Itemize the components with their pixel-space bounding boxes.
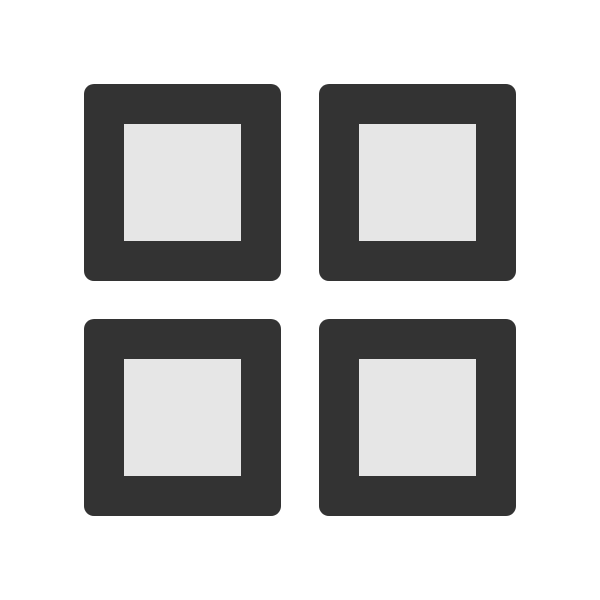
tile-top-right-inner — [359, 124, 476, 241]
grid-view-icon — [84, 84, 516, 516]
canvas — [0, 0, 600, 600]
tile-top-left-inner — [124, 124, 241, 241]
tile-bottom-right-inner — [359, 359, 476, 476]
tile-bottom-left-inner — [124, 359, 241, 476]
grid-view-icon-wrapper — [0, 0, 600, 600]
